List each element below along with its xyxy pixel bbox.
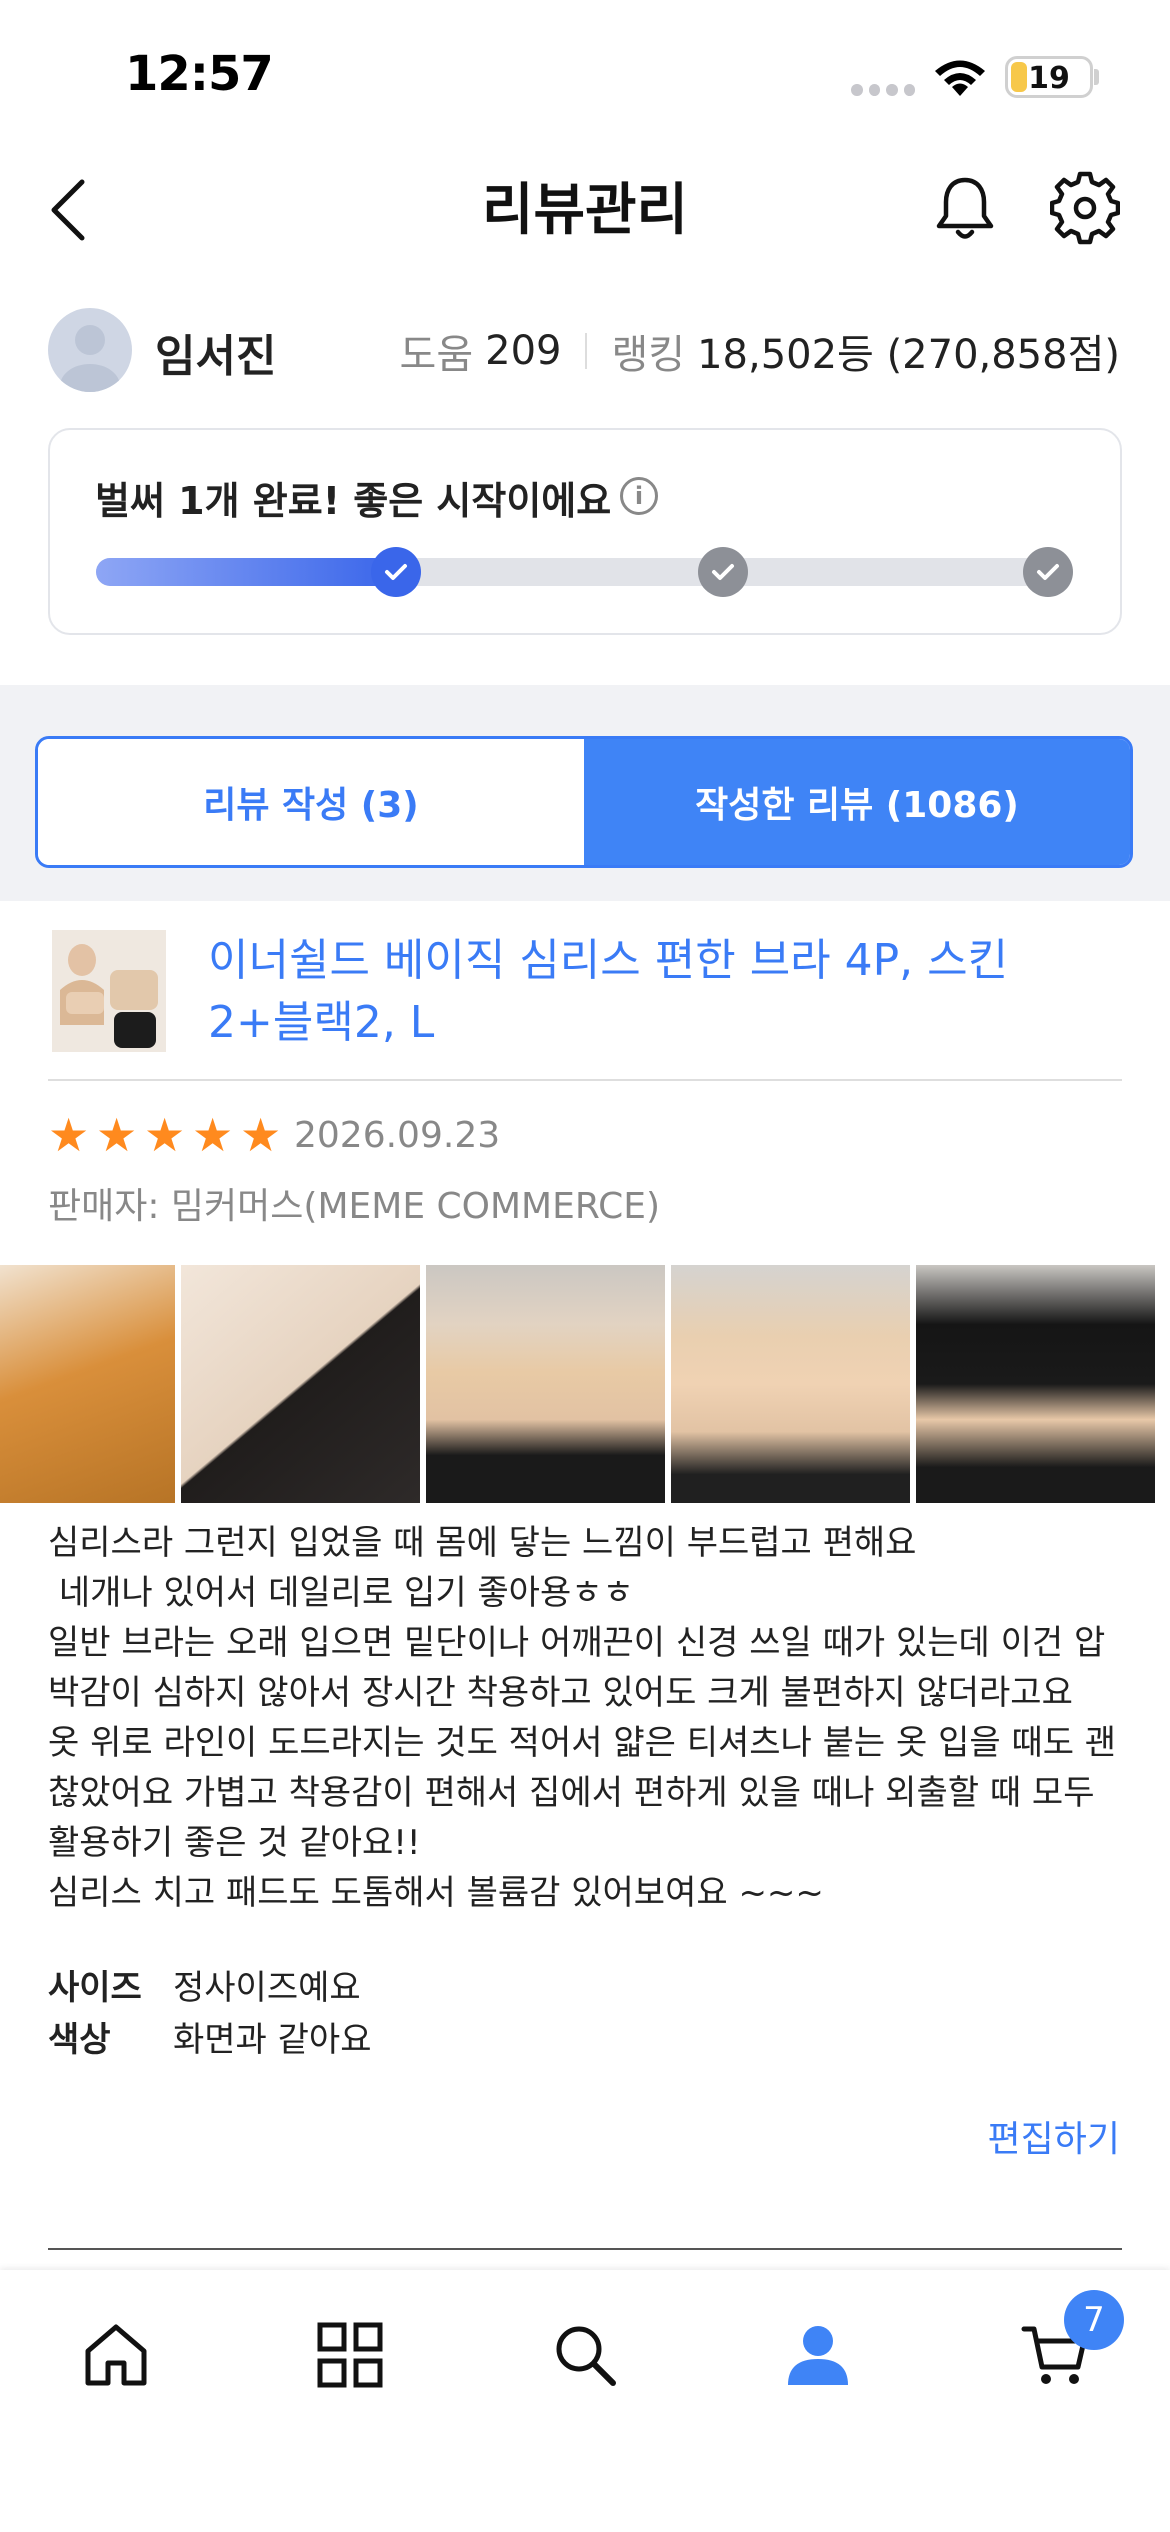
tab-written-reviews[interactable]: 작성한 리뷰 (1086) [584,739,1130,865]
seller-name: 판매자: 밈커머스(MEME COMMERCE) [48,1186,661,1227]
attribute-value: 정사이즈예요 [173,1968,361,2008]
star-icon: ★ [96,1108,138,1162]
progress-message: 벌써 1개 완료! 좋은 시작이에요 [95,479,612,523]
star-icon: ★ [48,1108,90,1162]
battery-icon: 19 [1005,56,1093,98]
avatar-person-icon [60,325,120,392]
product-thumbnail[interactable] [52,930,166,1052]
wifi-icon [935,60,985,96]
my-page-icon[interactable] [758,2310,878,2400]
stats-divider [585,333,588,369]
product-title-link[interactable]: 이너쉴드 베이직 심리스 편한 브라 4P, 스킨 2+블랙2, L [208,930,1108,1054]
attribute-size: 사이즈 정사이즈예요 [48,1960,361,2009]
user-stats: 도움 209 랭킹 18,502등 (270,858점) [400,322,1120,380]
categories-icon[interactable] [290,2310,410,2400]
tab-write-review[interactable]: 리뷰 작성 (3) [38,739,584,865]
review-text: 심리스라 그런지 입었을 때 몸에 닿는 느낌이 부드럽고 편해요 네개나 있어… [48,1523,1117,1913]
notification-bell-icon[interactable] [930,170,1000,245]
progress-fill [96,558,396,586]
battery-cap [1094,69,1099,85]
review-tabs: 리뷰 작성 (3) 작성한 리뷰 (1086) [35,736,1133,868]
divider [48,1079,1122,1081]
info-icon[interactable]: i [620,477,658,515]
ranking-label: 랭킹 [611,332,686,378]
review-photo-1[interactable] [0,1265,175,1503]
divider [48,2248,1122,2250]
progress-step-1-check-icon [371,547,421,597]
rating-stars: ★ ★ ★ ★ ★ [48,1112,286,1158]
attribute-key: 사이즈 [48,1968,142,2008]
progress-card [48,428,1122,635]
review-date: 2026.09.23 [294,1115,501,1156]
battery-level: 19 [1028,61,1070,96]
help-label: 도움 [399,332,474,378]
attribute-value: 화면과 같아요 [173,2020,372,2060]
cart-count-badge: 7 [1064,2290,1124,2350]
status-time: 12:57 [125,46,274,102]
home-icon[interactable] [56,2310,176,2400]
review-photo-5[interactable] [916,1265,1155,1503]
star-icon: ★ [144,1108,186,1162]
user-name: 임서진 [155,331,277,382]
edit-review-link[interactable]: 편집하기 [988,2110,1120,2162]
progress-step-2-check-icon [698,547,748,597]
help-count: 209 [485,328,562,374]
progress-step-3-check-icon [1023,547,1073,597]
star-icon: ★ [192,1108,234,1162]
attribute-key: 색상 [48,2020,111,2060]
ranking-value: 18,502등 (270,858점) [697,332,1120,378]
review-photo-2[interactable] [181,1265,420,1503]
review-photo-4[interactable] [671,1265,910,1503]
attribute-color: 색상 화면과 같아요 [48,2012,372,2061]
settings-gear-icon[interactable] [1050,170,1120,245]
star-icon: ★ [240,1108,282,1162]
avatar[interactable] [48,308,132,392]
search-icon[interactable] [525,2310,645,2400]
review-photo-3[interactable] [426,1265,665,1503]
cellular-signal-icon [851,84,915,96]
